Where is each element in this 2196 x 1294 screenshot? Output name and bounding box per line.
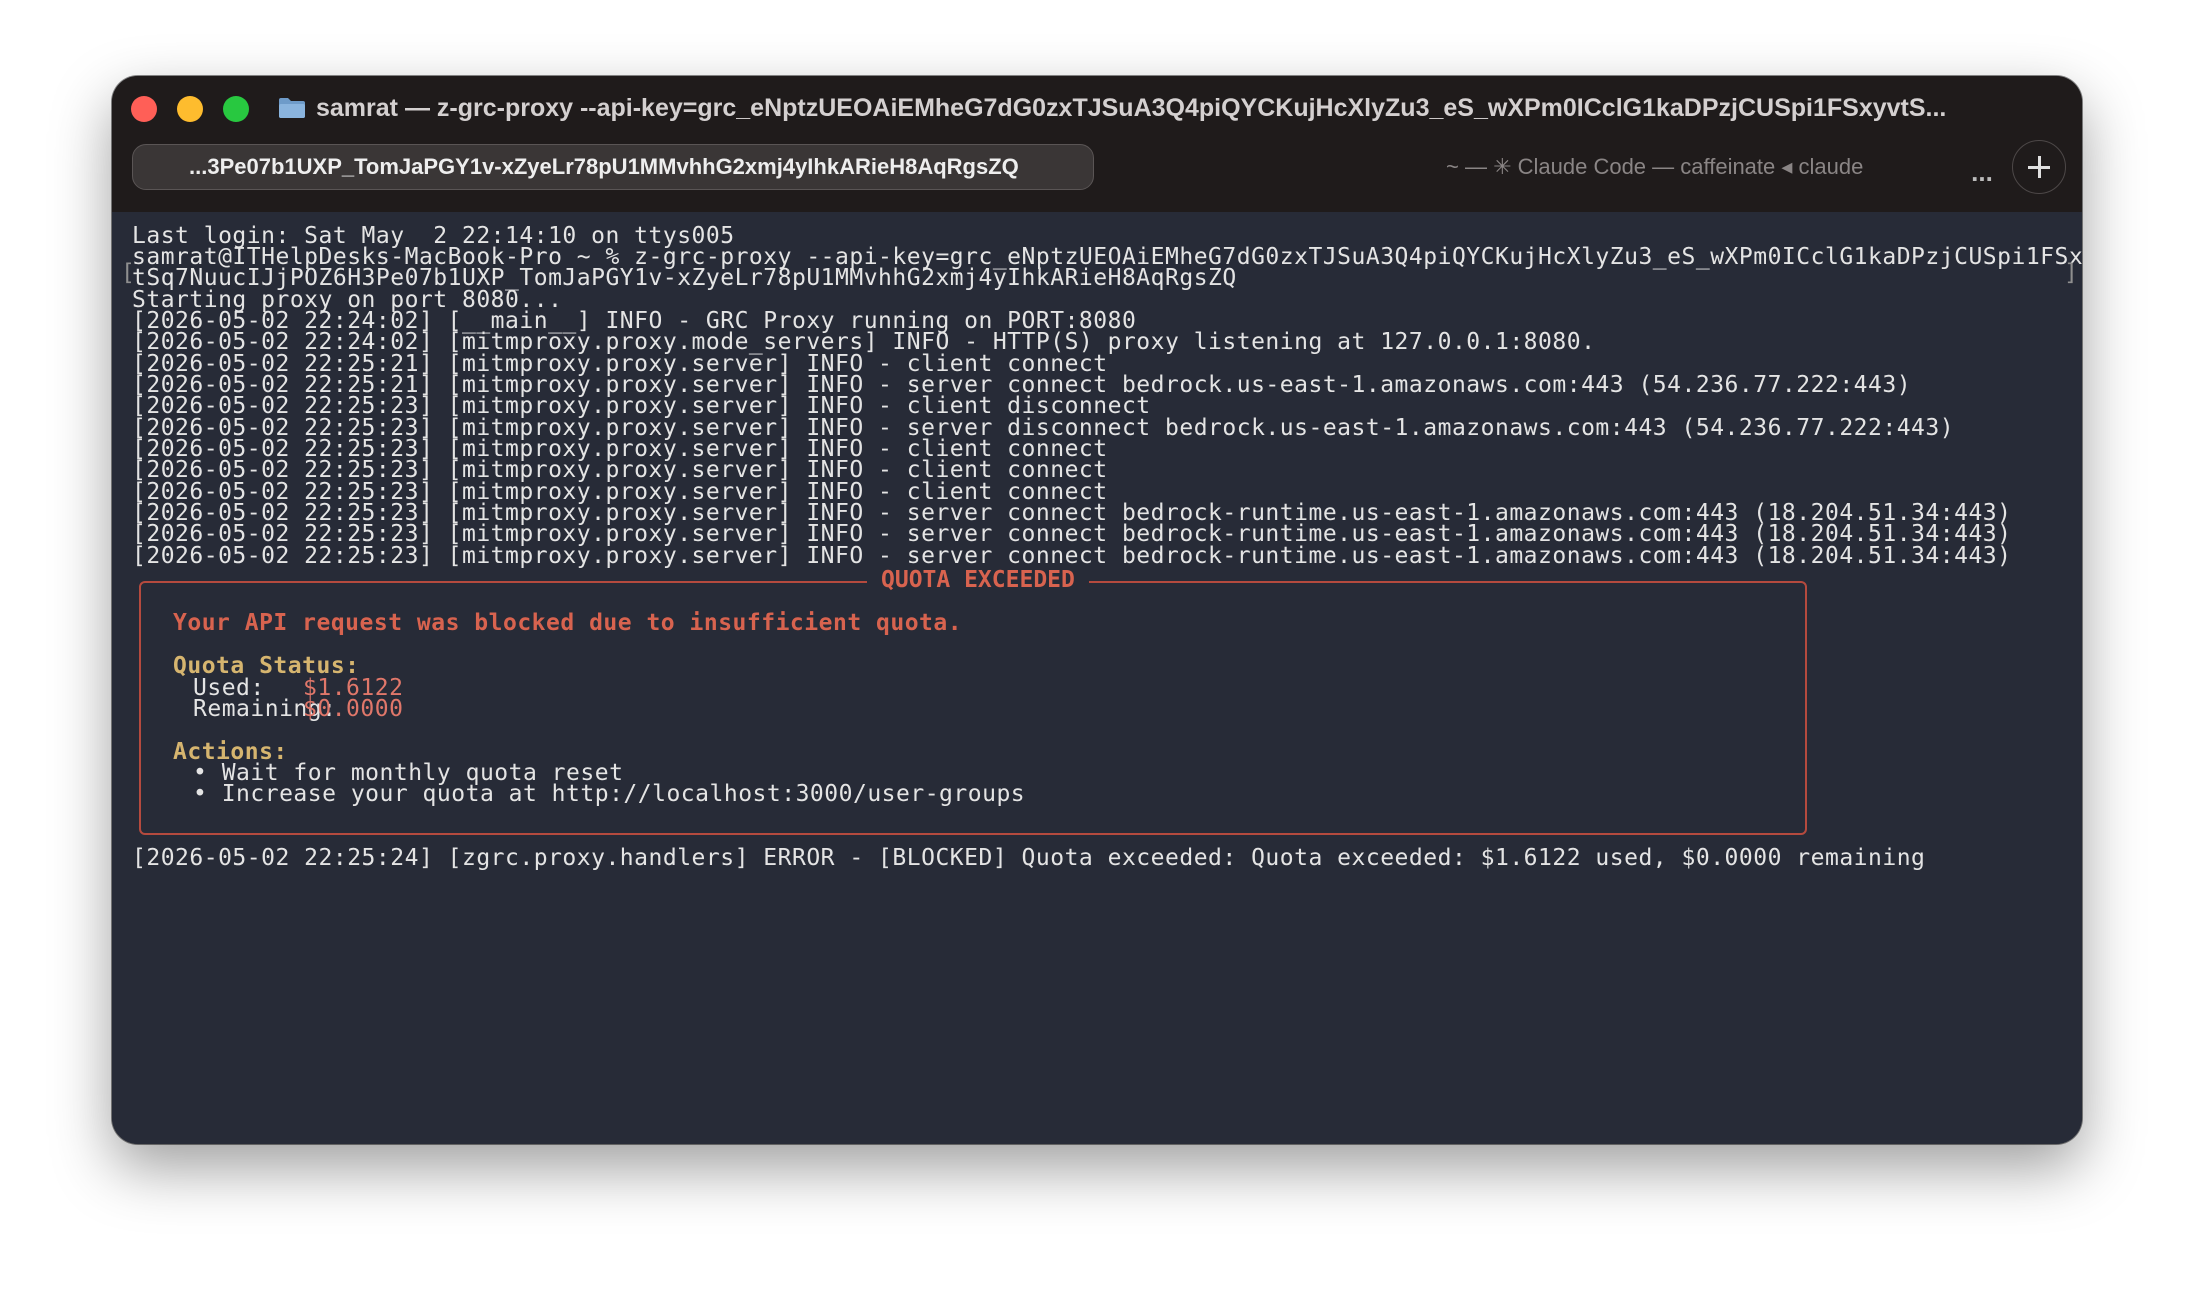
title-bar[interactable]: samrat — z-grc-proxy --api-key=grc_eNptz… [112,76,2082,212]
terminal-window: samrat — z-grc-proxy --api-key=grc_eNptz… [112,76,2082,1144]
folder-icon [279,98,305,118]
quota-exceeded-panel: QUOTA EXCEEDED Your API request was bloc… [139,565,1807,835]
quota-action-item: • Increase your quota at http://localhos… [193,781,1026,807]
quota-remaining-value: $0.0000 [303,696,404,722]
error-log-line: [2026-05-02 22:25:24] [zgrc.proxy.handle… [132,845,1926,871]
selection-bracket-right: ] [2064,260,2078,286]
terminal-output[interactable]: Last login: Sat May 2 22:14:10 on ttys00… [112,212,2082,1144]
quota-panel-title: QUOTA EXCEEDED [867,565,1089,595]
quota-message: Your API request was blocked due to insu… [173,610,963,636]
window-title: samrat — z-grc-proxy --api-key=grc_eNptz… [316,94,1947,122]
tab-claude-code[interactable]: ~ — ✳ Claude Code — caffeinate ◂ claude [1112,144,2012,190]
tab-z-grc-proxy[interactable]: ...3Pe07b1UXP_TomJaPGY1v-xZyeLr78pU1MMvh… [132,144,1094,190]
close-window-button[interactable] [131,96,157,122]
zoom-window-button[interactable] [223,96,249,122]
more-icon[interactable]: ... [1962,152,2002,192]
minimize-window-button[interactable] [177,96,203,122]
new-tab-button[interactable] [2012,140,2066,194]
